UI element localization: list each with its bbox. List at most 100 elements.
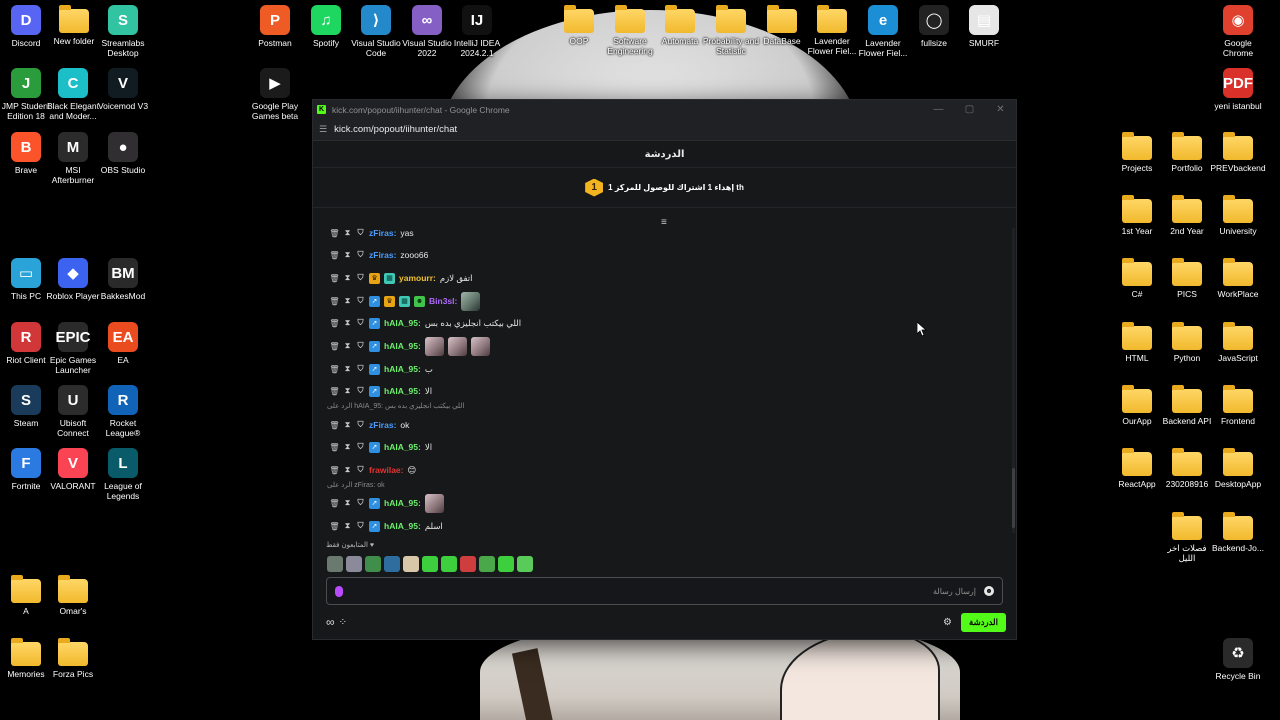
desktop-icon[interactable]: EA EA [94, 322, 152, 365]
timeout-user-icon[interactable]: ⧗ [343, 250, 352, 260]
timeout-user-icon[interactable]: ⧗ [343, 420, 352, 430]
site-info-icon[interactable]: ☰ [319, 124, 327, 135]
chat-username[interactable]: hAIA_95: [384, 521, 421, 531]
voice-mic-icon[interactable] [335, 585, 343, 597]
delete-message-icon[interactable]: 🗑 [329, 365, 339, 374]
chat-username[interactable]: Bin3sl: [429, 296, 457, 306]
desktop-icon[interactable]: DesktopApp [1209, 448, 1267, 489]
desktop-icon[interactable]: OOP [550, 5, 608, 46]
chat-message-list[interactable]: 🗑 ⧗ ⛉ zFiras: yas 🗑 ⧗ ⛉ zFiras: zooo66 🗑 ⧗ ⛉ ♛ ▦ yamour… [313, 224, 1016, 536]
chat-message[interactable]: 🗑 ⧗ ⛉ ♛ ▦ yamourr: اتفق لازم [329, 271, 473, 285]
desktop-icon[interactable]: IJ IntelliJ IDEA 2024.2.1 [448, 5, 506, 58]
chat-message[interactable]: 🗑 ⧗ ⛉ ➚ hAIA_95: ب [329, 362, 433, 376]
desktop-icon[interactable]: Forza Pics [44, 638, 102, 679]
delete-message-icon[interactable]: 🗑 [329, 421, 339, 430]
desktop-icon[interactable]: PICS [1158, 258, 1216, 299]
timeout-user-icon[interactable]: ⧗ [343, 498, 352, 508]
delete-message-icon[interactable]: 🗑 [329, 342, 339, 351]
delete-message-icon[interactable]: 🗑 [329, 522, 339, 531]
timeout-user-icon[interactable]: ⧗ [343, 386, 352, 396]
reply-reference[interactable]: الرد على hAIA_95: اللي بيكتب انجليزي بده… [327, 402, 464, 410]
desktop-icon[interactable]: Lavender Flower Fiel... [803, 5, 861, 56]
minimize-button[interactable]: — [923, 100, 954, 119]
desktop-icon[interactable]: ◉ Google Chrome [1209, 5, 1267, 58]
delete-message-icon[interactable]: 🗑 [329, 499, 339, 508]
chat-message[interactable]: 🗑 ⧗ ⛉ ➚ hAIA_95: [329, 336, 490, 356]
chat-username[interactable]: hAIA_95: [384, 442, 421, 452]
timeout-user-icon[interactable]: ⧗ [343, 442, 352, 452]
emote-thumbnail[interactable] [365, 556, 381, 572]
desktop-icon[interactable]: 230208916 [1158, 448, 1216, 489]
desktop-icon[interactable]: Backend-Jo... [1209, 512, 1267, 553]
chat-message[interactable]: 🗑 ⧗ ⛉ ➚ hAIA_95: [329, 493, 444, 513]
delete-message-icon[interactable]: 🗑 [329, 387, 339, 396]
chat-username[interactable]: hAIA_95: [384, 364, 421, 374]
chat-message[interactable]: 🗑 ⧗ ⛉ frawilae: 😊 [329, 463, 416, 477]
chat-username[interactable]: frawilae: [369, 465, 404, 475]
message-input-box[interactable]: ☻ [326, 577, 1003, 605]
emote-thumbnail[interactable] [346, 556, 362, 572]
pinned-goal-banner[interactable]: 1 إهداء 1 اشتراك للوصول للمركز 1 th [313, 168, 1016, 208]
desktop-icon[interactable]: L League of Legends [94, 448, 152, 501]
desktop-icon[interactable]: WorkPlace [1209, 258, 1267, 299]
dots-menu-icon[interactable]: ⁘ [339, 617, 347, 628]
chat-message[interactable]: 🗑 ⧗ ⛉ ➚ hAIA_95: الا [329, 384, 432, 398]
chat-scrollbar[interactable] [1012, 228, 1015, 533]
timeout-user-icon[interactable]: ⧗ [343, 318, 352, 328]
chrome-popup-window[interactable]: K kick.com/popout/iihunter/chat - Google… [312, 99, 1017, 640]
delete-message-icon[interactable]: 🗑 [329, 251, 339, 260]
desktop-icon[interactable]: P Postman [246, 5, 304, 48]
desktop-icon[interactable]: Probability and Statistic [702, 5, 760, 56]
url-text[interactable]: kick.com/popout/iihunter/chat [334, 124, 457, 135]
send-chat-button[interactable]: الدردشة [961, 612, 1006, 632]
emote-thumbnail[interactable] [327, 556, 343, 572]
chat-username[interactable]: zFiras: [369, 420, 396, 430]
infinity-points-icon[interactable]: ∞ [326, 615, 335, 629]
emote-thumbnail[interactable] [384, 556, 400, 572]
emote-thumbnail[interactable] [441, 556, 457, 572]
delete-message-icon[interactable]: 🗑 [329, 319, 339, 328]
chat-username[interactable]: hAIA_95: [384, 341, 421, 351]
timeout-user-icon[interactable]: ⧗ [343, 364, 352, 374]
chat-username[interactable]: zFiras: [369, 228, 396, 238]
chat-username[interactable]: hAIA_95: [384, 498, 421, 508]
desktop-icon[interactable]: ⟩ Visual Studio Code [347, 5, 405, 58]
desktop-icon[interactable]: ● OBS Studio [94, 132, 152, 175]
emote-thumbnail[interactable] [403, 556, 419, 572]
timeout-user-icon[interactable]: ⧗ [343, 521, 352, 531]
desktop-icon[interactable]: R Rocket League® [94, 385, 152, 438]
desktop-icon[interactable]: Backend API [1158, 385, 1216, 426]
desktop-icon[interactable]: PDF yeni istanbul [1209, 68, 1267, 111]
gear-icon[interactable]: ⚙ [943, 617, 952, 628]
chat-message[interactable]: 🗑 ⧗ ⛉ zFiras: yas [329, 226, 413, 240]
maximize-button[interactable]: ▢ [954, 100, 985, 119]
delete-message-icon[interactable]: 🗑 [329, 274, 339, 283]
address-bar[interactable]: ☰ kick.com/popout/iihunter/chat [313, 119, 1016, 141]
desktop-icon[interactable]: Frontend [1209, 385, 1267, 426]
timeout-user-icon[interactable]: ⧗ [343, 465, 352, 475]
desktop-icon[interactable]: 2nd Year [1158, 195, 1216, 236]
timeout-user-icon[interactable]: ⧗ [343, 296, 352, 306]
emote-thumbnail[interactable] [479, 556, 495, 572]
message-input[interactable] [343, 586, 984, 596]
desktop-icon[interactable]: PREVbackend [1209, 132, 1267, 173]
chat-username[interactable]: zFiras: [369, 250, 396, 260]
emote-thumbnail[interactable] [422, 556, 438, 572]
delete-message-icon[interactable]: 🗑 [329, 466, 339, 475]
desktop-icon[interactable]: ♻ Recycle Bin [1209, 638, 1267, 681]
desktop-icon[interactable]: Automata [651, 5, 709, 46]
emoji-picker-icon[interactable]: ☻ [984, 586, 994, 596]
emote-thumbnail[interactable] [498, 556, 514, 572]
desktop-icon[interactable]: University [1209, 195, 1267, 236]
desktop-icon[interactable]: Python [1158, 322, 1216, 363]
emote-thumbnail[interactable] [517, 556, 533, 572]
timeout-user-icon[interactable]: ⧗ [343, 228, 352, 238]
emote-thumbnail[interactable] [460, 556, 476, 572]
desktop-icon[interactable]: V Voicemod V3 [94, 68, 152, 111]
scrollbar-thumb[interactable] [1012, 468, 1015, 528]
desktop-icon[interactable]: Portfolio [1158, 132, 1216, 173]
chat-message[interactable]: 🗑 ⧗ ⛉ zFiras: zooo66 [329, 248, 428, 262]
chat-message[interactable]: 🗑 ⧗ ⛉ ➚ ♛ ▦ ☻ Bin3sl: [329, 291, 481, 311]
chat-message[interactable]: 🗑 ⧗ ⛉ zFiras: ok [329, 418, 409, 432]
desktop-icon[interactable]: S Streamlabs Desktop [94, 5, 152, 58]
